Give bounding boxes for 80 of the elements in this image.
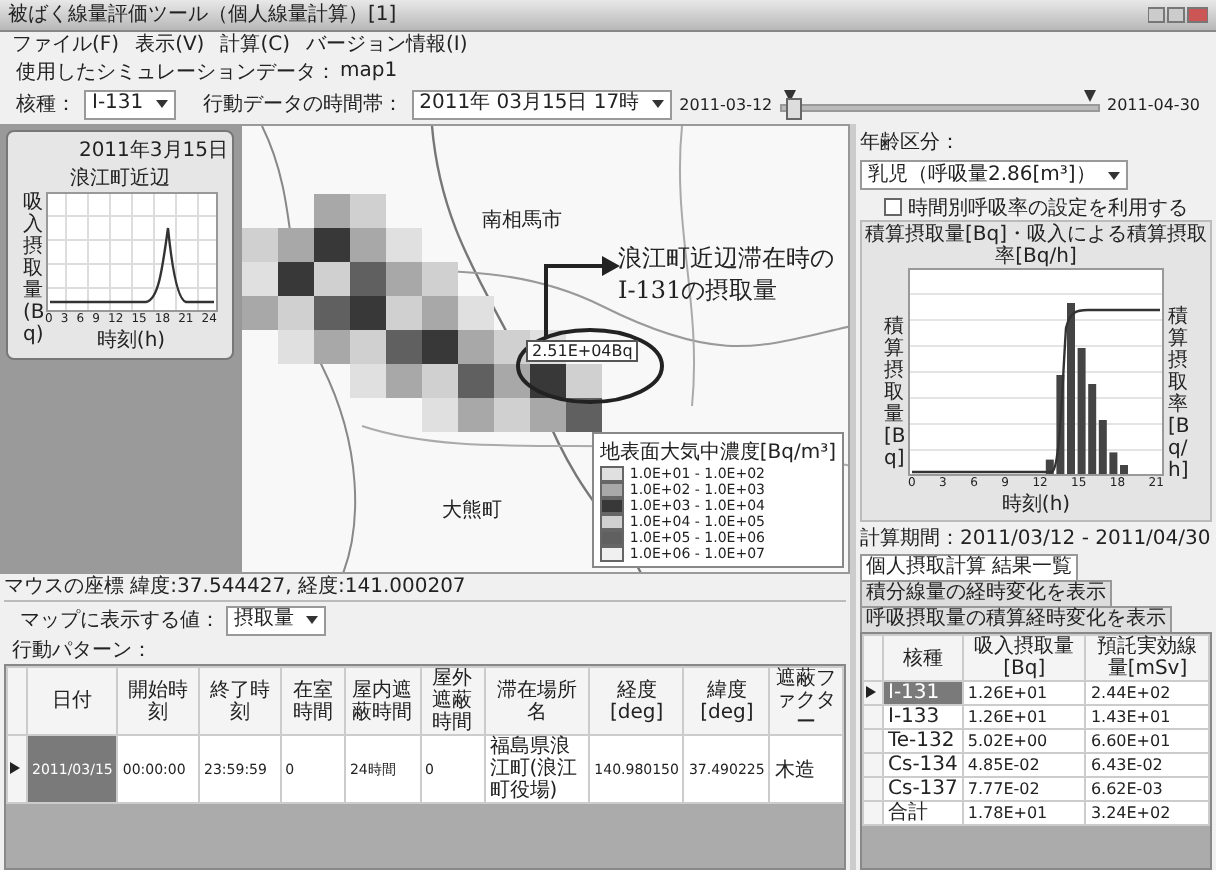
table-cell: 合計 [883,801,963,825]
start-date: 2011-03-12 [679,95,773,113]
current-row-icon [10,761,20,773]
table-cell: 1.78E+01 [962,801,1086,825]
slider-thumb[interactable] [785,98,802,120]
table-cell: 1.26E+01 [962,705,1086,729]
table-cell: Cs-134 [883,753,963,777]
legend-title: 地表面大気中濃度[Bq/m³] [599,439,836,466]
checkbox[interactable] [884,198,902,216]
result-tab[interactable]: 呼吸摂取量の積算経時変化を表示 [860,606,1172,632]
window-controls-icon[interactable] [1148,6,1208,24]
menu-item[interactable]: 計算(C) [220,33,291,57]
dropdown-caret-icon[interactable] [155,100,168,108]
menu-item[interactable]: 表示(V) [135,33,205,57]
table-cell: 1.43E+01 [1085,705,1209,729]
table-cell: 4.85E-02 [962,753,1086,777]
table-cell: 6.43E-02 [1085,753,1209,777]
table-cell: Cs-137 [883,777,963,801]
place-label: 大熊町 [442,497,502,524]
table-cell: Te-132 [883,729,963,753]
window-title: 被ばく線量評価ツール（個人線量計算）[1] [8,3,397,27]
result-tab[interactable]: 積分線量の経時変化を表示 [860,580,1112,606]
end-date: 2011-04-30 [1107,95,1200,113]
current-row-icon [866,686,876,698]
column-header[interactable]: 緯度[deg] [683,667,770,735]
nuclide-label: 核種： [16,91,76,118]
column-header[interactable]: 経度[deg] [589,667,684,735]
table-cell: 2.44E+02 [1085,681,1209,705]
table-cell: 6.60E+01 [1085,729,1209,753]
intake-tooltip: 2.51E+04Bq [526,340,639,362]
age-group-dropdown[interactable]: 乳児（呼吸量2.86[m³]） [860,160,1128,190]
mouse-coordinates: マウスの座標 緯度:37.544427, 経度:141.000207 [4,574,846,602]
dropdown-caret-icon[interactable] [651,100,664,108]
column-header[interactable]: 滞在場所名 [484,667,590,735]
column-header[interactable]: 吸入摂取量[Bq] [962,635,1086,681]
annotation-text: 浪江町近辺滞在時の I-131の摂取量 [618,242,834,306]
chart-title: 積算摂取量[Bq]・吸入による積算摂取率[Bq/h] [864,224,1208,268]
menu-item[interactable]: ファイル(F) [12,33,120,57]
column-header[interactable]: 遮蔽ファクター [769,667,843,735]
column-header[interactable]: 日付 [27,667,118,735]
age-group-label: 年齢区分： [860,129,960,156]
table-cell: 3.24E+02 [1085,801,1209,825]
column-header[interactable]: 屋外遮蔽時間 [420,667,485,735]
simulation-data-value: map1 [340,60,398,82]
column-header[interactable]: 終了時刻 [199,667,281,735]
dropdown-caret-icon[interactable] [1107,171,1120,179]
table-cell: 木造 [769,735,843,803]
x-axis-label: 時刻(h) [1001,491,1071,518]
time-range-label: 行動データの時間帯： [203,91,404,118]
nuclide-dropdown[interactable]: I-131 [84,89,176,119]
map-value-label: マップに表示する値： [20,607,220,634]
column-header[interactable]: 屋内遮蔽時間 [344,667,421,735]
chart-title: 浪江町近辺 [70,165,170,192]
column-header[interactable]: 核種 [883,635,963,681]
end-marker-icon [1083,90,1095,102]
simulation-data-label: 使用したシミュレーションデータ： [16,59,336,85]
result-tab[interactable]: 個人摂取計算 結果一覧 [860,554,1079,580]
table-cell: I-133 [883,705,963,729]
chart-date: 2011年3月15日 [78,138,228,164]
map-value-dropdown[interactable]: 摂取量 [226,605,326,635]
datetime-field[interactable]: 2011年 03月15日 17時 [411,89,672,119]
y-axis-label: 吸入摂取量(Bq) [23,192,43,346]
table-cell: 1.26E+01 [962,681,1086,705]
table-cell: 福島県浪江町(浪江町役場) [484,735,590,803]
table-cell: 7.77E-02 [962,777,1086,801]
column-header[interactable]: 開始時刻 [117,667,200,735]
table-cell: 5.02E+00 [962,729,1086,753]
behavior-pattern-label: 行動パターン： [10,638,154,664]
calculation-period: 計算期間：2011/03/12 - 2011/04/30 [860,526,1212,554]
dropdown-caret-icon[interactable] [306,616,318,624]
column-header[interactable]: 預託実効線量[mSv] [1085,635,1209,681]
menu-item[interactable]: バージョン情報(I) [306,33,468,57]
column-header[interactable]: 在室時間 [280,667,345,735]
y-axis-label: 積算摂取量[Bq] [884,316,904,470]
table-cell: 6.62E-03 [1085,777,1209,801]
checkbox-label: 時間別呼吸率の設定を利用する [908,195,1188,221]
x-axis-label: 時刻(h) [96,327,166,354]
place-label: 南相馬市 [482,207,562,234]
callout-arrow [542,254,622,338]
y-axis-label: 積算摂取率[Bq/h] [1168,305,1188,481]
